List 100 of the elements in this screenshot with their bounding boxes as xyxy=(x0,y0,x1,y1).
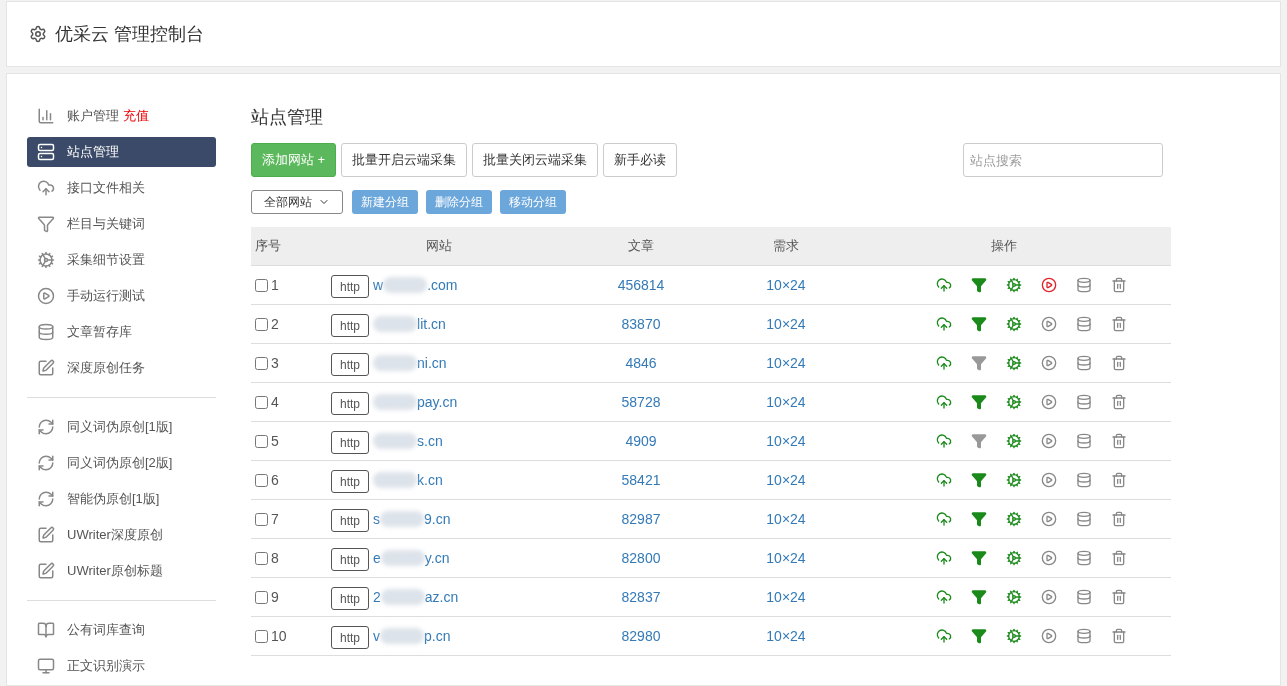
play-icon[interactable] xyxy=(1041,589,1057,605)
row-checkbox[interactable] xyxy=(255,317,268,331)
row-number: 2 xyxy=(271,314,279,334)
play-icon[interactable] xyxy=(1041,355,1057,371)
play-icon[interactable] xyxy=(1041,628,1057,644)
row-checkbox[interactable] xyxy=(255,395,268,409)
filter-icon[interactable] xyxy=(971,277,987,293)
filter-icon[interactable] xyxy=(971,472,987,488)
row-number: 10 xyxy=(271,626,287,646)
filter-icon[interactable] xyxy=(971,589,987,605)
scheme-tag[interactable]: http xyxy=(331,431,369,454)
filter-icon[interactable] xyxy=(971,511,987,527)
database-icon[interactable] xyxy=(1076,550,1092,566)
cloud-upload-icon[interactable] xyxy=(936,589,952,605)
delete-icon[interactable] xyxy=(1111,355,1127,371)
sidebar-item[interactable]: UWriter原创标题 xyxy=(27,556,216,586)
delete-icon[interactable] xyxy=(1111,394,1127,410)
database-icon[interactable] xyxy=(1076,589,1092,605)
row-checkbox[interactable] xyxy=(255,512,268,526)
site-url: .com xyxy=(427,275,458,295)
database-icon[interactable] xyxy=(1076,277,1092,293)
scheme-tag[interactable]: http xyxy=(331,275,369,298)
cloud-upload-icon[interactable] xyxy=(936,277,952,293)
scheme-tag[interactable]: http xyxy=(331,587,369,610)
cloud-upload-icon[interactable] xyxy=(936,550,952,566)
site-url: lit.cn xyxy=(417,314,446,334)
delete-icon[interactable] xyxy=(1111,511,1127,527)
sidebar-item[interactable]: 采集细节设置 xyxy=(27,245,216,275)
filter-icon[interactable] xyxy=(971,628,987,644)
cloud-upload-icon[interactable] xyxy=(936,511,952,527)
toolbar-button[interactable]: 批量关闭云端采集 xyxy=(472,143,599,177)
search-field[interactable]: 站点搜索 xyxy=(963,143,1163,177)
sidebar-item[interactable]: 栏目与关键词 xyxy=(27,209,216,239)
scheme-tag[interactable]: http xyxy=(331,392,369,415)
play-icon[interactable] xyxy=(1041,316,1057,332)
group-select[interactable]: 全部网站 xyxy=(251,190,343,214)
delete-icon[interactable] xyxy=(1111,628,1127,644)
scheme-tag[interactable]: http xyxy=(331,353,369,376)
sidebar-item[interactable]: 文章暂存库 xyxy=(27,317,216,347)
sidebar-item[interactable]: 接口文件相关 xyxy=(27,173,216,203)
cloud-upload-icon[interactable] xyxy=(936,355,952,371)
delete-icon[interactable] xyxy=(1111,316,1127,332)
delete-icon[interactable] xyxy=(1111,589,1127,605)
play-icon[interactable] xyxy=(1041,433,1057,449)
toolbar-button[interactable]: 新手必读 xyxy=(603,143,678,177)
row-checkbox[interactable] xyxy=(255,629,268,643)
row-checkbox[interactable] xyxy=(255,356,268,370)
scheme-tag[interactable]: http xyxy=(331,314,369,337)
toolbar-button[interactable]: 批量开启云端采集 xyxy=(341,143,468,177)
sidebar-item[interactable]: 深度原创任务 xyxy=(27,353,216,383)
database-icon[interactable] xyxy=(1076,511,1092,527)
play-icon[interactable] xyxy=(1041,472,1057,488)
cloud-upload-icon[interactable] xyxy=(936,628,952,644)
recharge-link[interactable]: 充值 xyxy=(123,106,149,126)
play-icon[interactable] xyxy=(1041,394,1057,410)
cloud-upload-icon[interactable] xyxy=(936,394,952,410)
filter-icon[interactable] xyxy=(971,433,987,449)
row-checkbox[interactable] xyxy=(255,278,268,292)
play-icon[interactable] xyxy=(1041,277,1057,293)
book-icon xyxy=(37,621,55,639)
refresh-icon xyxy=(37,490,55,508)
delete-icon[interactable] xyxy=(1111,472,1127,488)
filter-icon[interactable] xyxy=(971,550,987,566)
database-icon[interactable] xyxy=(1076,433,1092,449)
sidebar-item[interactable]: 正文识别演示 xyxy=(27,651,216,681)
row-number: 6 xyxy=(271,470,279,490)
sidebar-item[interactable]: 站点管理 xyxy=(27,137,216,167)
row-checkbox[interactable] xyxy=(255,590,268,604)
delete-icon[interactable] xyxy=(1111,277,1127,293)
sidebar-item[interactable]: 公有词库查询 xyxy=(27,615,216,645)
row-checkbox[interactable] xyxy=(255,473,268,487)
play-icon[interactable] xyxy=(1041,550,1057,566)
scheme-tag[interactable]: http xyxy=(331,470,369,493)
filter-icon[interactable] xyxy=(971,355,987,371)
sidebar-item[interactable]: UWriter深度原创 xyxy=(27,520,216,550)
row-checkbox[interactable] xyxy=(255,551,268,565)
sidebar-item[interactable]: 智能伪原创[1版] xyxy=(27,484,216,514)
sidebar-item[interactable]: 同义词伪原创[1版] xyxy=(27,412,216,442)
database-icon[interactable] xyxy=(1076,394,1092,410)
database-icon[interactable] xyxy=(1076,472,1092,488)
filter-icon[interactable] xyxy=(971,394,987,410)
row-number: 5 xyxy=(271,431,279,451)
cloud-upload-icon[interactable] xyxy=(936,433,952,449)
site-url: az.cn xyxy=(424,587,459,607)
scheme-tag[interactable]: http xyxy=(331,548,369,571)
cloud-upload-icon[interactable] xyxy=(936,316,952,332)
row-checkbox[interactable] xyxy=(255,434,268,448)
play-icon[interactable] xyxy=(1041,511,1057,527)
scheme-tag[interactable]: http xyxy=(331,509,369,532)
sidebar-item[interactable]: 同义词伪原创[2版] xyxy=(27,448,216,478)
sidebar-item[interactable]: 手动运行测试 xyxy=(27,281,216,311)
database-icon[interactable] xyxy=(1076,316,1092,332)
sidebar-item[interactable]: 账户管理 充值 xyxy=(27,101,216,131)
database-icon[interactable] xyxy=(1076,355,1092,371)
cloud-upload-icon[interactable] xyxy=(936,472,952,488)
database-icon[interactable] xyxy=(1076,628,1092,644)
delete-icon[interactable] xyxy=(1111,550,1127,566)
scheme-tag[interactable]: http xyxy=(331,626,369,649)
filter-icon[interactable] xyxy=(971,316,987,332)
delete-icon[interactable] xyxy=(1111,433,1127,449)
